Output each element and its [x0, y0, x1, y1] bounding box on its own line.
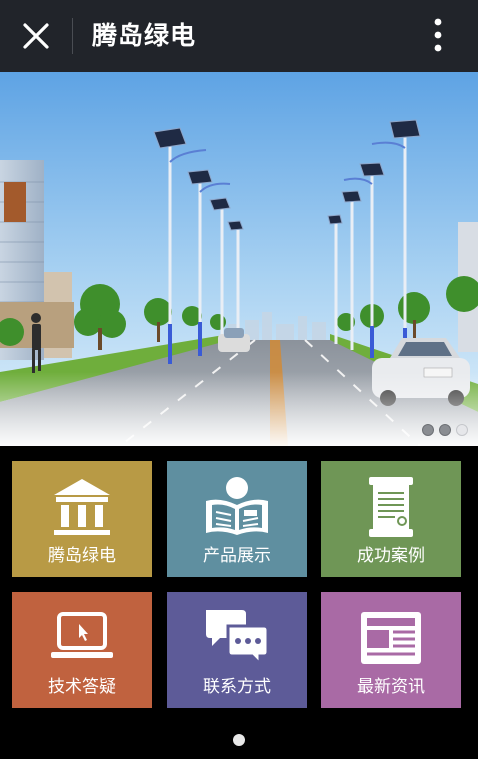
tile-cases[interactable]: 成功案例 — [321, 461, 461, 577]
newspaper-reader-icon — [167, 475, 307, 539]
tile-tech-support[interactable]: 技术答疑 — [12, 592, 152, 708]
tile-news[interactable]: 最新资讯 — [321, 592, 461, 708]
page-indicator-dot[interactable] — [233, 734, 245, 746]
banner-carousel[interactable] — [0, 72, 478, 446]
close-icon — [23, 23, 49, 49]
more-menu-button[interactable] — [418, 14, 458, 58]
carousel-dot[interactable] — [422, 424, 434, 436]
laptop-icon — [12, 606, 152, 670]
tile-label: 产品展示 — [203, 546, 271, 566]
carousel-indicators — [422, 424, 468, 436]
page-title: 腾岛绿电 — [92, 21, 197, 50]
news-icon — [321, 606, 461, 670]
tile-label: 技术答疑 — [48, 677, 116, 697]
banner-image — [0, 72, 478, 446]
carousel-dot[interactable] — [439, 424, 451, 436]
chat-bubbles-icon — [167, 606, 307, 670]
tile-contact[interactable]: 联系方式 — [167, 592, 307, 708]
building-icon — [12, 475, 152, 539]
tile-products[interactable]: 产品展示 — [167, 461, 307, 577]
top-bar: 腾岛绿电 — [0, 0, 478, 72]
title-divider — [72, 18, 73, 54]
tile-label: 最新资讯 — [357, 677, 425, 697]
tile-label: 成功案例 — [357, 546, 425, 566]
scroll-icon — [321, 475, 461, 539]
tile-label: 腾岛绿电 — [48, 546, 116, 566]
tile-label: 联系方式 — [203, 677, 271, 697]
close-button[interactable] — [12, 12, 60, 60]
carousel-dot[interactable] — [456, 424, 468, 436]
tile-company[interactable]: 腾岛绿电 — [12, 461, 152, 577]
more-vertical-icon — [434, 18, 442, 52]
